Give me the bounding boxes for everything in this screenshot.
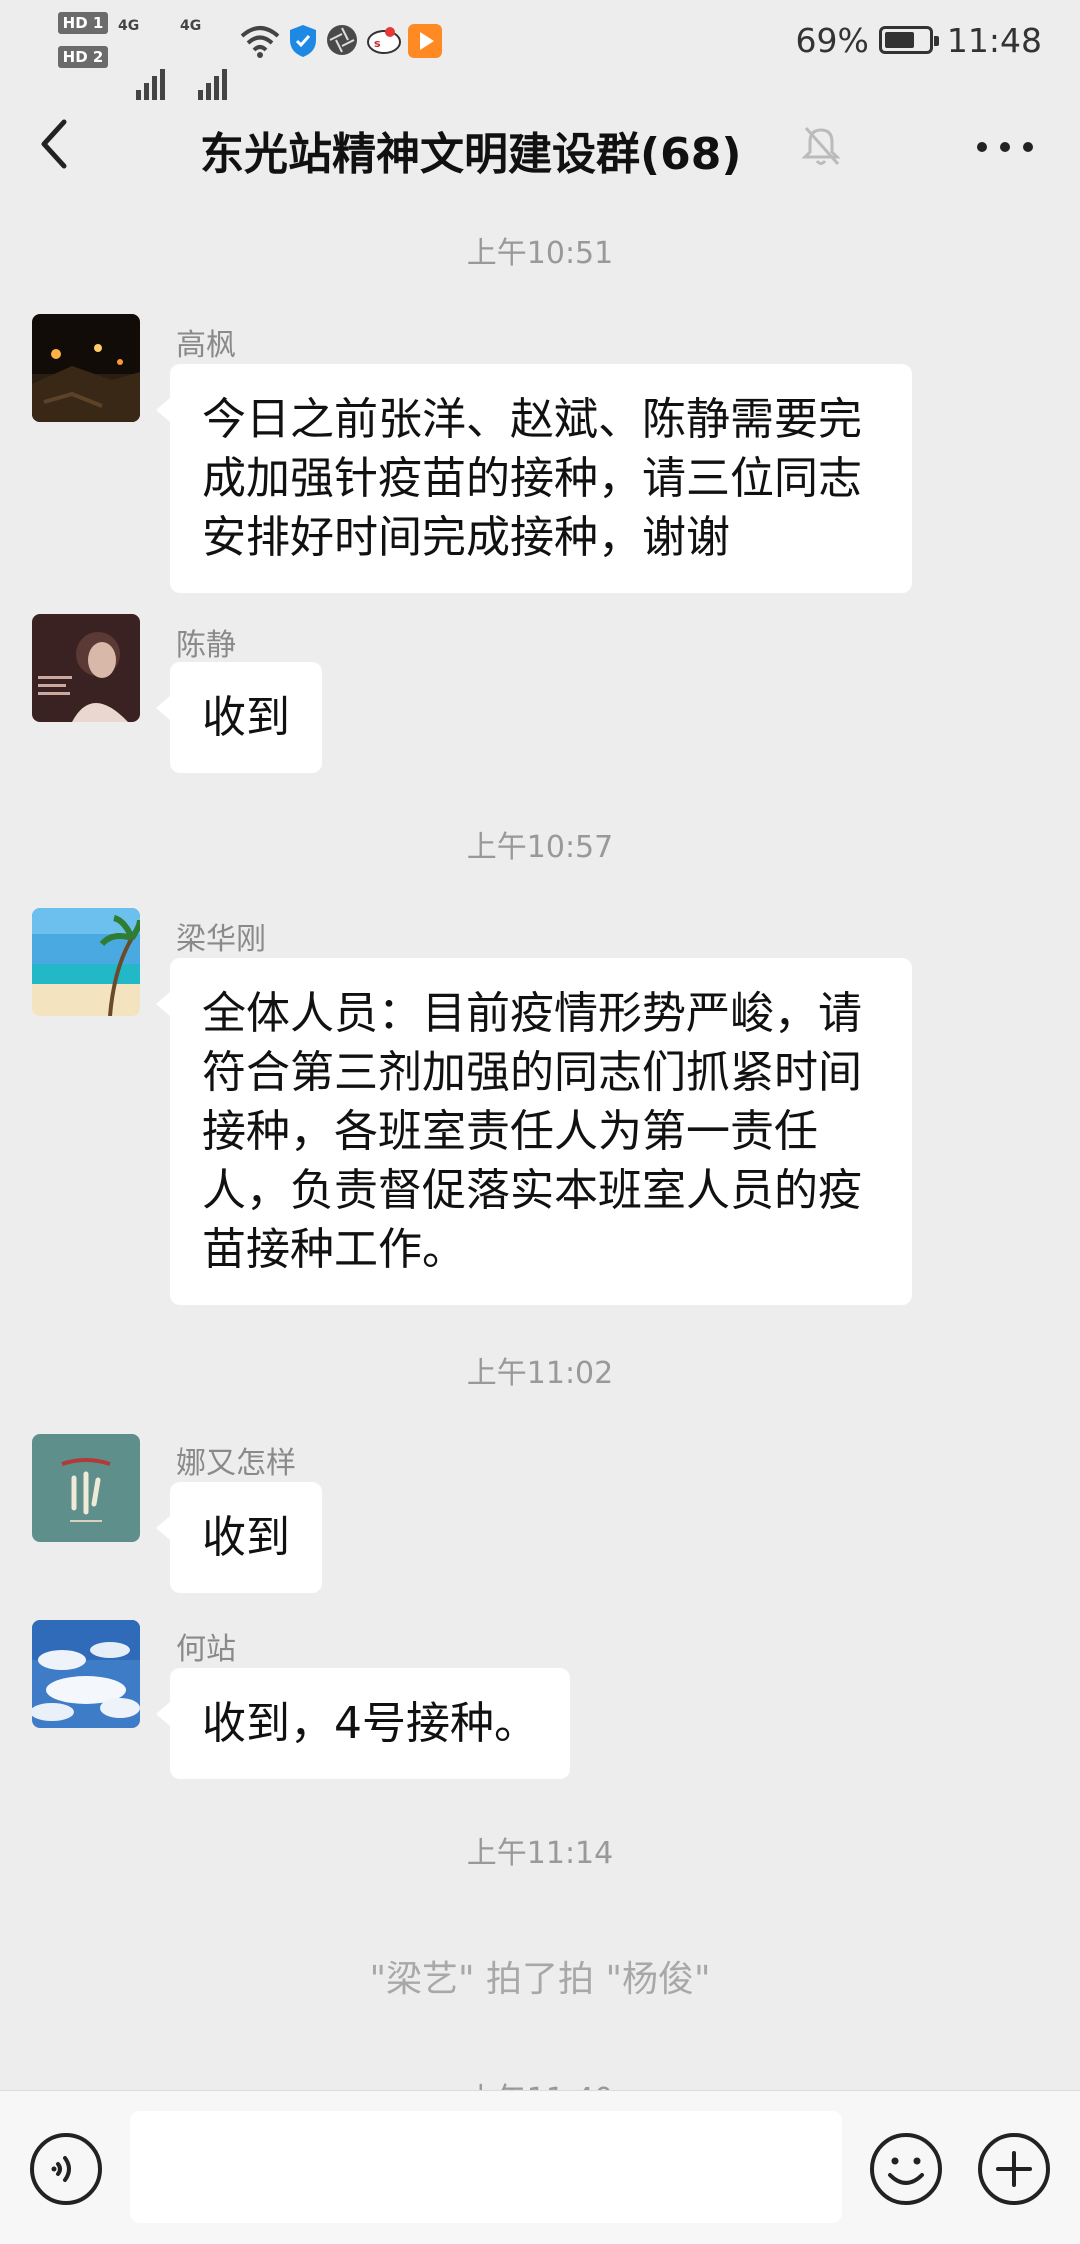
voice-button[interactable]	[28, 2131, 104, 2207]
video-app-icon	[408, 24, 442, 62]
page-title: 东光站精神文明建设群(68)	[200, 129, 742, 180]
nav-bar: 东光站精神文明建设群(68)	[0, 82, 1080, 212]
timestamp: 上午10:57	[466, 830, 614, 865]
timestamp: 上午10:51	[466, 236, 614, 271]
message-bubble[interactable]: 收到，4号接种。	[156, 1668, 570, 1779]
wifi-icon	[240, 24, 280, 62]
avatar[interactable]	[32, 1434, 140, 1542]
svg-text:s: s	[374, 37, 381, 50]
plus-icon	[978, 2133, 1050, 2205]
sender-name: 陈静	[176, 628, 236, 663]
chevron-left-icon	[41, 119, 67, 169]
bell-off-icon	[800, 124, 842, 168]
avatar[interactable]	[32, 314, 140, 422]
emoji-button[interactable]	[868, 2131, 944, 2207]
weibo-icon: s	[366, 24, 402, 60]
sim2-badge: HD 2	[58, 46, 108, 68]
voice-icon	[30, 2133, 102, 2205]
message-bubble[interactable]: 今日之前张洋、赵斌、陈静需要完成加强针疫苗的接种，请三位同志安排好时间完成接种，…	[156, 364, 912, 593]
status-bar: HD 1 HD 2 4G 4G s 69% 11:48	[0, 0, 1080, 100]
avatar[interactable]	[32, 1620, 140, 1728]
timestamp: 上午11:14	[466, 1836, 614, 1871]
signal-icon-1: 4G	[118, 18, 170, 100]
avatar[interactable]	[32, 614, 140, 722]
more-button[interactable]	[970, 122, 1040, 172]
sender-name: 何站	[176, 1632, 236, 1667]
timestamp: 上午11:02	[466, 1356, 614, 1391]
system-message: "梁艺" 拍了拍 "杨俊"	[369, 1959, 711, 2000]
plus-button[interactable]	[976, 2131, 1052, 2207]
input-bar	[0, 2090, 1080, 2244]
message-bubble[interactable]: 收到	[156, 662, 322, 773]
avatar[interactable]	[32, 908, 140, 1016]
sender-name: 高枫	[176, 328, 236, 363]
network-label-1: 4G	[118, 18, 140, 34]
aperture-icon	[326, 24, 358, 60]
sim1-badge: HD 1	[58, 12, 108, 34]
status-right: 69% 11:48	[796, 18, 1042, 62]
sender-name: 梁华刚	[176, 922, 266, 957]
message-bubble[interactable]: 全体人员：目前疫情形势严峻，请符合第三剂加强的同志们抓紧时间接种，各班室责任人为…	[156, 958, 912, 1305]
more-icon	[977, 142, 1033, 152]
battery-icon	[878, 26, 939, 54]
signal-icon-2: 4G	[180, 18, 232, 100]
back-button[interactable]	[30, 114, 80, 174]
message-bubble[interactable]: 收到	[156, 1482, 322, 1593]
battery-percent: 69%	[795, 20, 869, 60]
network-label-2: 4G	[180, 18, 202, 34]
clock: 11:48	[946, 20, 1042, 60]
sender-name: 娜又怎样	[176, 1446, 296, 1481]
message-input[interactable]	[130, 2111, 842, 2223]
shield-icon	[288, 24, 318, 62]
emoji-icon	[870, 2133, 942, 2205]
